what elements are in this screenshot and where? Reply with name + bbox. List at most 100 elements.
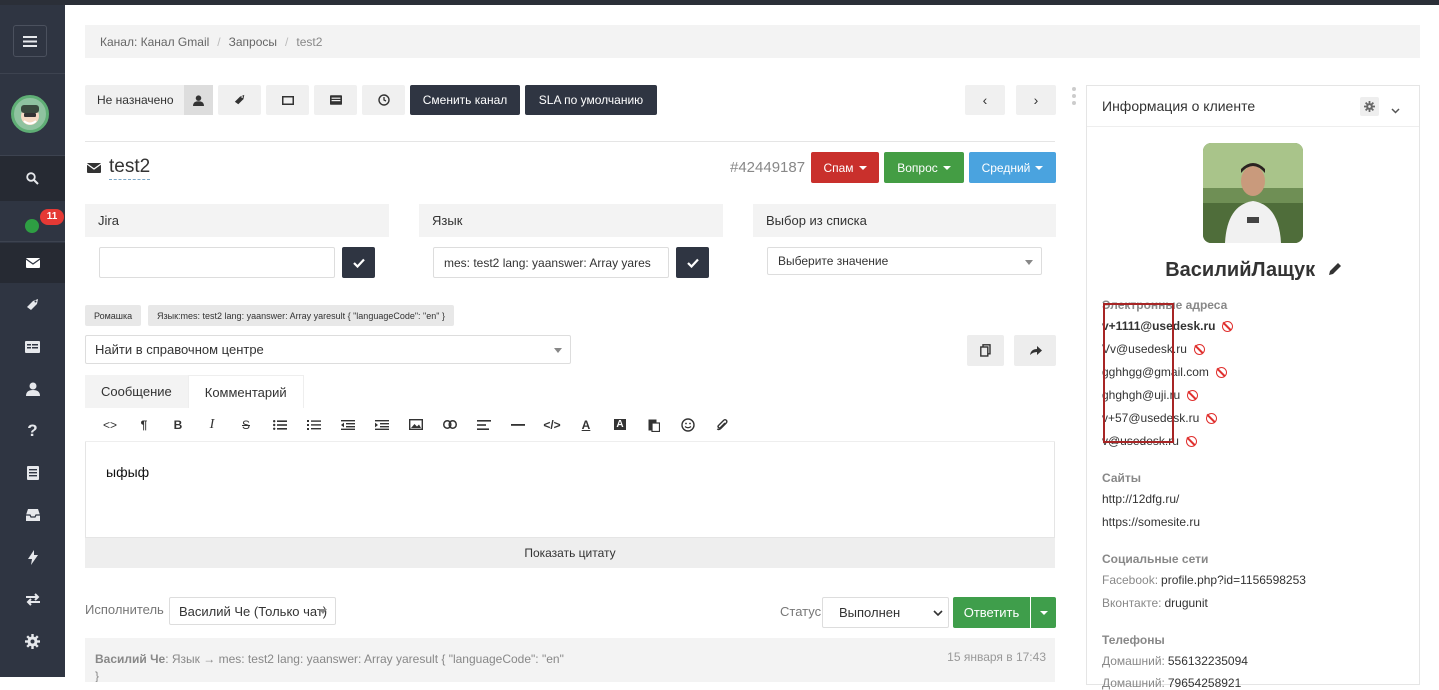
ticket-title: test2 xyxy=(87,155,151,180)
align-left-icon xyxy=(477,419,491,430)
jira-input[interactable] xyxy=(99,247,335,278)
block-icon[interactable] xyxy=(1185,435,1197,447)
site-link[interactable]: http://12dfg.ru/ xyxy=(1102,492,1179,506)
panel-collapse-button[interactable] xyxy=(1391,102,1400,117)
ticket-id: #42449187 xyxy=(730,159,806,176)
strike-button[interactable]: S xyxy=(229,408,263,442)
sidebar-triggers[interactable] xyxy=(0,537,65,577)
deadline-button[interactable] xyxy=(362,85,405,115)
bold-button[interactable]: B xyxy=(161,408,195,442)
channel-button[interactable] xyxy=(266,85,309,115)
sla-button[interactable]: SLA по умолчанию xyxy=(525,85,657,115)
attach-button[interactable] xyxy=(705,408,739,442)
settings-icon xyxy=(25,633,40,649)
reply-button[interactable]: Ответить xyxy=(953,597,1030,628)
sidebar-help[interactable]: ? xyxy=(0,411,65,451)
sites-title: Сайты xyxy=(1102,471,1141,485)
ticket-subject[interactable]: test2 xyxy=(109,155,151,180)
assignee-button[interactable]: Не назначено xyxy=(85,85,213,115)
client-name-text: ВасилийЛащук xyxy=(1165,259,1316,281)
sidebar-settings[interactable] xyxy=(0,621,65,661)
block-icon[interactable] xyxy=(1222,320,1234,332)
code-block-button[interactable]: </> xyxy=(535,408,569,442)
reply-options-button[interactable] xyxy=(1031,597,1056,628)
bullet-list-button[interactable] xyxy=(263,408,297,442)
caret-down-icon xyxy=(942,165,951,170)
status-select[interactable]: Выполнен xyxy=(822,597,949,628)
emoji-button[interactable] xyxy=(671,408,705,442)
sidebar-transfer[interactable] xyxy=(0,579,65,619)
tag-button[interactable] xyxy=(218,85,261,115)
indent-button[interactable] xyxy=(365,408,399,442)
phone-item[interactable]: Домашний: 79654258921 xyxy=(1102,676,1241,690)
social-item[interactable]: Вконтакте: drugunit xyxy=(1102,596,1208,610)
breadcrumb-requests[interactable]: Запросы xyxy=(229,35,277,49)
phone-key: Домашний: xyxy=(1102,654,1165,668)
caret-down-icon xyxy=(858,165,867,170)
block-icon[interactable] xyxy=(1215,366,1227,378)
priority-dropdown[interactable]: Средний xyxy=(969,152,1056,183)
sidebar-lists[interactable] xyxy=(0,327,65,367)
choice-select[interactable]: Выберите значение xyxy=(767,247,1042,275)
executor-select[interactable]: Василий Че (Только чат) xyxy=(169,597,336,625)
sidebar-search[interactable] xyxy=(0,156,65,201)
paste-button[interactable] xyxy=(637,408,671,442)
block-icon[interactable] xyxy=(1187,389,1199,401)
tag-chip[interactable]: Ромашка xyxy=(85,305,142,326)
menu-toggle-button[interactable] xyxy=(13,25,47,57)
tab-comment[interactable]: Комментарий xyxy=(187,375,304,408)
type-dropdown[interactable]: Вопрос xyxy=(884,152,964,183)
flash-icon xyxy=(27,549,38,565)
panel-settings-button[interactable] xyxy=(1360,97,1379,116)
bg-color-button[interactable]: A xyxy=(603,408,637,442)
link-button[interactable] xyxy=(433,408,467,442)
paragraph-icon: ¶ xyxy=(140,417,148,432)
numbered-list-button[interactable] xyxy=(297,408,331,442)
text-color-button[interactable]: A xyxy=(569,408,603,442)
online-status-dot[interactable] xyxy=(25,219,39,233)
sidebar-knowledge[interactable] xyxy=(0,453,65,493)
sidebar-tickets[interactable] xyxy=(0,243,65,283)
panel-drag-handle[interactable] xyxy=(1072,87,1078,107)
site-link[interactable]: https://somesite.ru xyxy=(1102,515,1200,529)
help-icon: ? xyxy=(27,421,38,440)
block-icon[interactable] xyxy=(1206,412,1218,424)
prev-ticket-button[interactable]: ‹ xyxy=(965,85,1005,115)
fields-button[interactable] xyxy=(314,85,357,115)
notification-badge: 11 xyxy=(40,209,64,225)
italic-button[interactable]: I xyxy=(195,408,229,442)
align-button[interactable] xyxy=(467,408,501,442)
kb-search-select[interactable]: Найти в справочном центре xyxy=(85,335,571,364)
jira-save-button[interactable] xyxy=(342,247,375,278)
copy-button[interactable] xyxy=(967,335,1004,366)
show-quote-button[interactable]: Показать цитату xyxy=(85,538,1055,568)
change-channel-button[interactable]: Сменить канал xyxy=(410,85,520,115)
code-icon: <> xyxy=(102,417,117,432)
block-icon[interactable] xyxy=(1193,343,1205,355)
lang-save-button[interactable] xyxy=(676,247,709,278)
sidebar-inbox[interactable] xyxy=(0,495,65,535)
chevron-left-icon: ‹ xyxy=(982,92,988,108)
social-value: drugunit xyxy=(1164,596,1208,610)
caret-down-icon xyxy=(1035,165,1044,170)
phone-item[interactable]: Домашний: 556132235094 xyxy=(1102,654,1248,668)
sidebar-tags[interactable] xyxy=(0,285,65,325)
spam-dropdown[interactable]: Спам xyxy=(811,152,879,183)
social-item[interactable]: Facebook: profile.php?id=1156598253 xyxy=(1102,573,1306,587)
code-view-button[interactable]: <> xyxy=(93,408,127,442)
forward-button[interactable] xyxy=(1014,335,1056,366)
breadcrumb-channel[interactable]: Канал: Канал Gmail xyxy=(100,35,209,49)
message-editor[interactable]: ыфыф xyxy=(85,442,1055,538)
hr-button[interactable] xyxy=(501,408,535,442)
phone-value: 79654258921 xyxy=(1167,676,1242,690)
sidebar-clients[interactable] xyxy=(0,369,65,409)
lang-input[interactable]: mes: test2 lang: yaanswer: Array yares xyxy=(433,247,669,278)
tag-chip[interactable]: Язык:mes: test2 lang: yaanswer: Array ya… xyxy=(148,305,454,326)
app-logo[interactable] xyxy=(11,95,49,133)
tab-message[interactable]: Сообщение xyxy=(85,375,188,408)
client-name[interactable]: ВасилийЛащук xyxy=(1087,259,1421,282)
paragraph-button[interactable]: ¶ xyxy=(127,408,161,442)
outdent-button[interactable] xyxy=(331,408,365,442)
image-button[interactable] xyxy=(399,408,433,442)
next-ticket-button[interactable]: › xyxy=(1016,85,1056,115)
